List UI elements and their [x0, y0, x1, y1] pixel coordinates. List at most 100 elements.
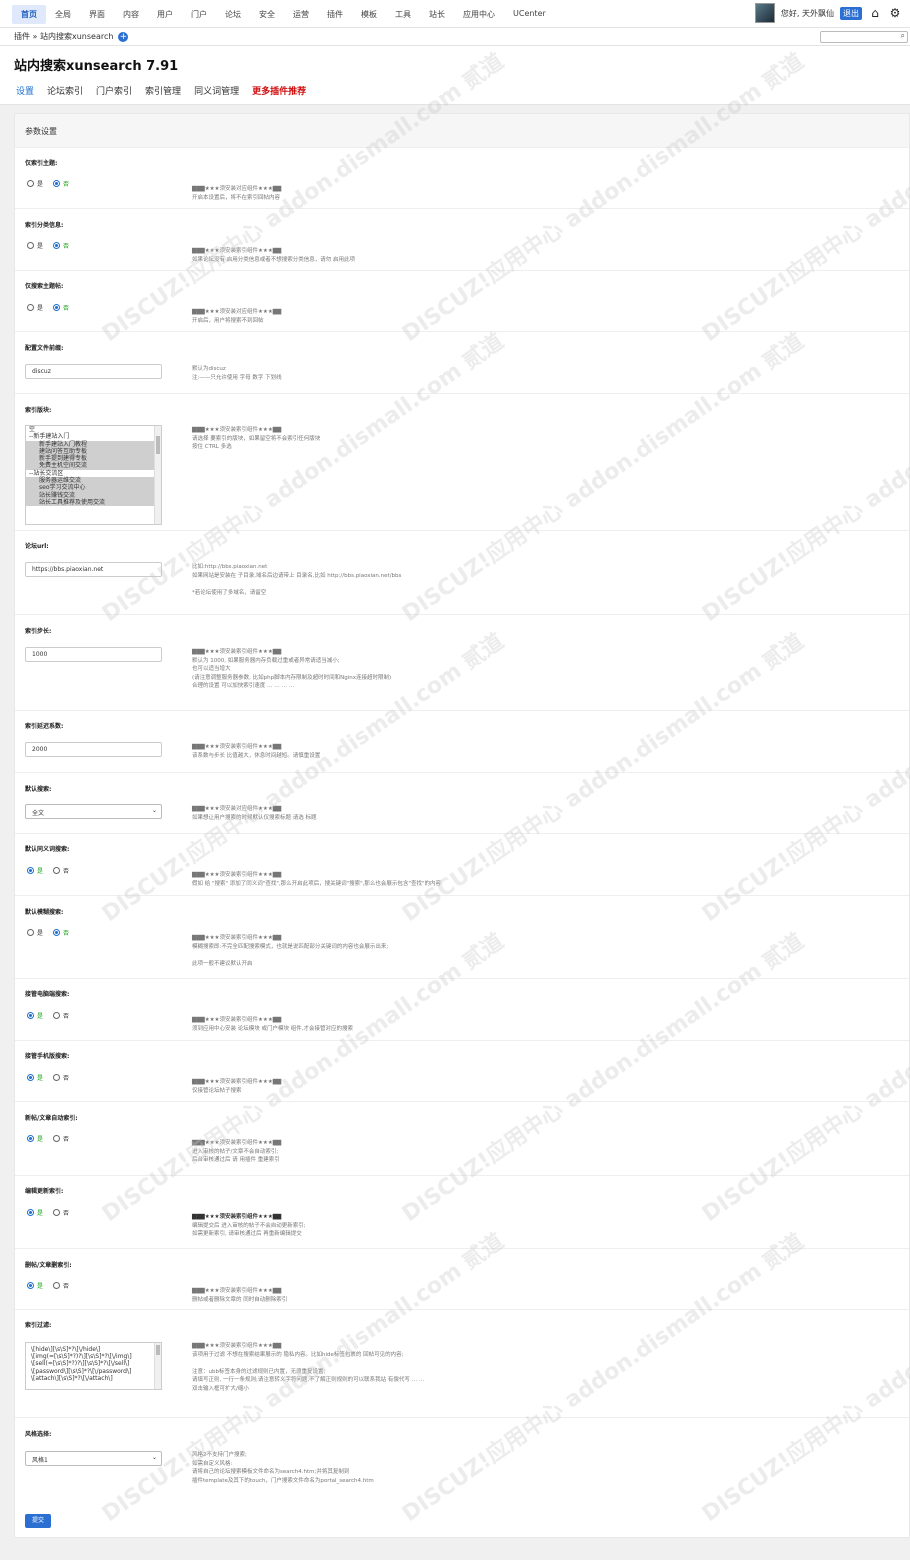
radio-dot[interactable]: [53, 929, 61, 936]
search-input[interactable]: ⌕: [820, 31, 908, 43]
plus-icon[interactable]: +: [118, 31, 129, 42]
style-select[interactable]: 风格1 ⌄: [25, 1451, 162, 1466]
radio-dot[interactable]: [27, 242, 34, 249]
nav-item[interactable]: 应用中心: [454, 5, 504, 24]
forum-url-input[interactable]: https://bbs.piaoxian.net: [25, 562, 162, 577]
scrollbar-thumb[interactable]: [156, 436, 160, 454]
forum-option[interactable]: --站长交流区: [26, 470, 161, 477]
nav-items: 首页 全局 界面 内容 用户 门户 论坛 安全 运营 插件 模板 工具 站长 应用中心 UCenter: [12, 5, 555, 24]
avatar[interactable]: [754, 3, 775, 23]
forum-option[interactable]: 免费主机空间交流: [26, 462, 161, 470]
radio-dot[interactable]: [53, 1135, 61, 1142]
radio-yes[interactable]: 是: [27, 928, 43, 937]
nav-item[interactable]: 首页: [12, 5, 46, 24]
radio-yes[interactable]: 是: [27, 179, 43, 188]
forum-option[interactable]: 站长赚钱交流: [26, 491, 161, 499]
setting-config-prefix: 配置文件前缀: discuz 默认为discuz 注:——只允许使用 字母 数字 …: [15, 332, 909, 394]
radio-no[interactable]: 否: [53, 928, 69, 937]
radio-no[interactable]: 否: [53, 241, 69, 250]
description-line: 开启后，用户将搜索不到回帖: [192, 317, 264, 324]
index-delay-input[interactable]: 2000: [25, 742, 162, 757]
radio-yes[interactable]: 是: [27, 1134, 43, 1143]
tab-item[interactable]: 索引管理: [145, 84, 181, 106]
default-search-select[interactable]: 全文 ⌄: [25, 804, 162, 819]
description-line: 插件template及其下的touch，门户搜索文件命名为portal_sear…: [192, 1477, 374, 1484]
forum-option[interactable]: 新手建站入门教程: [26, 440, 161, 448]
tab-item[interactable]: 同义词管理: [194, 84, 239, 106]
radio-dot[interactable]: [27, 1135, 34, 1142]
home-icon[interactable]: ⌂: [868, 6, 882, 20]
radio-yes[interactable]: 是: [27, 303, 43, 312]
setting-label: 新帖/文章自动索引:: [25, 1115, 78, 1122]
forum-option[interactable]: 站长工具推荐及使用交流: [26, 498, 161, 507]
radio-yes[interactable]: 是: [27, 866, 43, 875]
nav-item[interactable]: 插件: [318, 5, 352, 24]
radio-dot[interactable]: [27, 304, 34, 311]
radio-no[interactable]: 否: [53, 1281, 69, 1290]
radio-no[interactable]: 否: [53, 1134, 69, 1143]
nav-item[interactable]: UCenter: [504, 5, 555, 24]
radio-dot[interactable]: [53, 1074, 61, 1081]
tab-item[interactable]: 论坛索引: [47, 84, 83, 106]
setting-label: 默认模糊搜索:: [25, 909, 64, 916]
select-value: 风格1: [32, 1457, 48, 1464]
radio-no[interactable]: 否: [53, 1011, 69, 1020]
radio-dot[interactable]: [27, 180, 34, 187]
chevron-down-icon: ⌄: [151, 807, 157, 814]
radio-dot[interactable]: [27, 867, 34, 874]
radio-dot[interactable]: [53, 304, 61, 311]
radio-dot[interactable]: [27, 1012, 34, 1019]
tab-item[interactable]: 更多插件推荐: [252, 84, 306, 106]
radio-yes[interactable]: 是: [27, 1011, 43, 1020]
nav-item[interactable]: 工具: [386, 5, 420, 24]
radio-dot[interactable]: [27, 929, 34, 936]
radio-dot[interactable]: [53, 1282, 61, 1289]
radio-no[interactable]: 否: [53, 303, 69, 312]
search-icon[interactable]: ⌕: [901, 31, 905, 41]
nav-item[interactable]: 安全: [250, 5, 284, 24]
radio-yes[interactable]: 是: [27, 1281, 43, 1290]
logout-button[interactable]: 退出: [840, 6, 862, 20]
forum-option[interactable]: --新手建站入门: [26, 433, 161, 440]
radio-no[interactable]: 否: [53, 866, 69, 875]
tab-item[interactable]: 门户索引: [96, 84, 132, 106]
nav-item[interactable]: 运营: [284, 5, 318, 24]
forum-option[interactable]: seo学习交流中心: [26, 484, 161, 492]
nav-item[interactable]: 用户: [148, 5, 182, 24]
index-step-input[interactable]: 1000: [25, 647, 162, 662]
radio-dot[interactable]: [53, 867, 61, 874]
radio-no[interactable]: 否: [53, 1073, 69, 1082]
radio-yes[interactable]: 是: [27, 1208, 43, 1217]
radio-dot[interactable]: [53, 1209, 61, 1216]
radio-no[interactable]: 否: [53, 1208, 69, 1217]
radio-no[interactable]: 否: [53, 179, 69, 188]
scrollbar[interactable]: [154, 1343, 161, 1389]
radio-dot[interactable]: [27, 1209, 34, 1216]
submit-button[interactable]: 提交: [25, 1514, 51, 1528]
radio-label: 是: [37, 868, 44, 875]
breadcrumb-text[interactable]: 插件 » 站内搜索xunsearch: [14, 31, 113, 42]
radio-dot[interactable]: [27, 1074, 34, 1081]
gear-icon[interactable]: ⚙: [888, 6, 902, 20]
nav-item[interactable]: 内容: [114, 5, 148, 24]
config-prefix-input[interactable]: discuz: [25, 364, 162, 379]
nav-item[interactable]: 门户: [182, 5, 216, 24]
nav-item[interactable]: 论坛: [216, 5, 250, 24]
radio-dot[interactable]: [27, 1282, 34, 1289]
scrollbar-thumb[interactable]: [156, 1345, 160, 1355]
index-filter-textarea[interactable]: \[hide\][\s\S]*?\[\/hide\] \[img(=[\s\S]*…: [25, 1342, 162, 1390]
nav-item[interactable]: 全局: [46, 5, 80, 24]
nav-item[interactable]: 站长: [420, 5, 454, 24]
tab-item[interactable]: 设置: [16, 84, 35, 106]
forum-multiselect[interactable]: 空 --新手建站入门 新手建站入门教程 建站问答互助专板 新手提到建得专板 免费主机空间交…: [25, 425, 162, 525]
scrollbar[interactable]: [154, 426, 161, 524]
radio-dot[interactable]: [53, 1012, 61, 1019]
radio-dot[interactable]: [53, 242, 61, 249]
radio-label: 否: [63, 930, 70, 937]
radio-dot[interactable]: [53, 180, 61, 187]
nav-item[interactable]: 界面: [80, 5, 114, 24]
radio-yes[interactable]: 是: [27, 241, 43, 250]
nav-item[interactable]: 模板: [352, 5, 386, 24]
setting-delete-index: 删帖/文章删索引: 是否 ▇▇▇★★★须安装索引组件★★★▇▇ 删帖或者删除文章的…: [15, 1249, 909, 1310]
radio-yes[interactable]: 是: [27, 1073, 43, 1082]
